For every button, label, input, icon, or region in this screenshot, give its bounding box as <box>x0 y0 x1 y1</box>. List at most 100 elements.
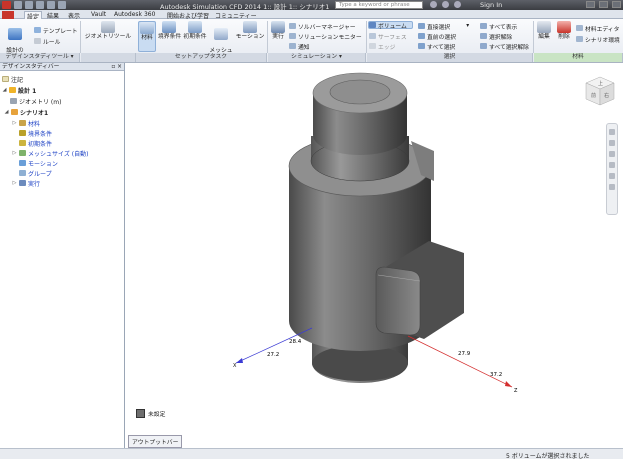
design-study-tools-group-label[interactable]: デザインスタディツール ▾ <box>0 53 80 62</box>
orbit-icon[interactable] <box>609 162 615 168</box>
undo-icon[interactable] <box>47 1 55 9</box>
status-bar: 5 ボリュームが選択されました <box>0 448 623 459</box>
initial-conditions-button[interactable]: 初期条件 <box>183 21 207 41</box>
collapse-icon[interactable]: ◢ <box>2 87 7 93</box>
show-all-button[interactable]: すべて表示 <box>480 22 517 31</box>
axis-label-z: Z <box>514 388 518 394</box>
surface-select-button[interactable]: サーフェス <box>369 32 407 41</box>
tree-item-motion[interactable]: モーション <box>19 159 58 168</box>
solver-manager-button[interactable]: ソルバーマネージャー <box>289 22 356 31</box>
tree-item-mesh-size[interactable]: ▷ メッシュサイズ (自動) <box>12 149 88 158</box>
note-icon <box>2 76 9 82</box>
rule-button[interactable]: ルール <box>34 37 60 46</box>
delete-material-button[interactable]: 削除 <box>555 21 573 41</box>
steering-wheel-icon[interactable] <box>609 129 615 135</box>
previous-select-button[interactable]: 直前の選択 <box>418 32 456 41</box>
material-editor-button[interactable]: 材料エディタ <box>576 24 619 33</box>
deselect-icon <box>480 33 487 39</box>
tab-getting-started[interactable]: 開始および学習 <box>165 11 211 20</box>
boundary-conditions-button[interactable]: 境界条件 <box>158 21 181 41</box>
notify-button[interactable]: 通知 <box>289 42 310 51</box>
panel-controls[interactable]: ▫ × <box>111 63 122 71</box>
geometry-icon <box>10 98 17 104</box>
redo-icon[interactable] <box>58 1 66 9</box>
save-icon[interactable] <box>36 1 44 9</box>
select-all-icon <box>418 43 425 49</box>
template-button[interactable]: テンプレート <box>34 26 78 35</box>
select-all-button[interactable]: すべて選択 <box>418 42 455 51</box>
dimension-label-x: 28.4 <box>289 339 302 345</box>
run-button[interactable]: 実行 <box>270 21 286 41</box>
tree-item-scenario-1[interactable]: ◢ シナリオ1 <box>4 108 48 117</box>
simulation-group-label[interactable]: シミュレーション ▾ <box>268 53 366 62</box>
material-group-label: 材料 <box>534 53 623 62</box>
material-icon <box>19 120 26 126</box>
window-controls <box>586 1 621 8</box>
separator <box>366 21 367 53</box>
tree-item-geometry[interactable]: ジオメトリ (m) <box>10 97 61 106</box>
tree-item-material[interactable]: ▷ 材料 <box>12 119 40 128</box>
minimize-button[interactable] <box>586 1 595 8</box>
tree-item-initial-conditions[interactable]: 初期条件 <box>19 139 52 148</box>
solution-monitor-button[interactable]: ソリューションモニター <box>289 32 362 41</box>
sign-in-link[interactable]: Sign In <box>480 1 502 9</box>
deselect-all-button[interactable]: すべて選択解除 <box>480 42 529 51</box>
x-axis-arrow <box>236 358 243 363</box>
open-icon[interactable] <box>25 1 33 9</box>
geometry-group-label <box>81 53 136 62</box>
expand-icon[interactable]: ▷ <box>12 150 17 156</box>
camera-icon[interactable] <box>609 184 615 190</box>
output-bar-tab[interactable]: アウトプットバー <box>128 435 183 448</box>
app-logo-icon[interactable] <box>2 1 11 9</box>
edge-select-button[interactable]: エッジ <box>369 42 395 51</box>
tree-item-boundary-conditions[interactable]: 境界条件 <box>19 129 52 138</box>
tree-item-run[interactable]: ▷ 実行 <box>12 179 40 188</box>
binoculars-icon[interactable] <box>430 1 437 8</box>
mesh-icon <box>19 150 26 156</box>
zoom-icon[interactable] <box>609 151 615 157</box>
separator <box>267 21 268 53</box>
tree-item-design-1[interactable]: ◢ 設計 1 <box>2 86 36 95</box>
tab-setup[interactable]: 設定 <box>24 11 43 21</box>
app-menu-button[interactable] <box>2 11 14 19</box>
collapse-icon[interactable]: ◢ <box>4 109 9 115</box>
expand-icon[interactable]: ▷ <box>12 120 17 126</box>
new-icon[interactable] <box>14 1 22 9</box>
tab-results[interactable]: 結果 <box>45 11 61 20</box>
viewcube[interactable]: 上 前 右 <box>585 76 615 106</box>
model-view[interactable]: 28.4 27.2 27.9 37.2 X Z 上 前 右 <box>126 63 623 448</box>
notify-icon <box>289 43 296 49</box>
volume-select-button[interactable]: ボリューム <box>368 21 413 30</box>
motion-button[interactable]: モーション <box>235 21 265 41</box>
look-at-icon[interactable] <box>609 173 615 179</box>
graphics-viewport[interactable]: 28.4 27.2 27.9 37.2 X Z 上 前 右 未設定 <box>126 63 623 448</box>
subscription-icon[interactable] <box>442 1 449 8</box>
initial-conditions-icon <box>19 140 26 146</box>
scenario-environment-button[interactable]: シナリオ環境 <box>576 35 620 44</box>
navigation-bar[interactable] <box>606 123 618 215</box>
geometry-tool-button[interactable]: ジオメトリツール <box>82 21 134 41</box>
dimension-label-z2: 37.2 <box>490 372 502 378</box>
star-icon[interactable] <box>454 1 461 8</box>
group-icon <box>19 170 26 176</box>
top-recess <box>329 79 391 105</box>
search-input[interactable]: Type a keyword or phrase <box>335 1 423 9</box>
tree-item-groups[interactable]: グループ <box>19 169 52 178</box>
tab-community[interactable]: コミュニティー <box>213 11 259 20</box>
pan-icon[interactable] <box>609 140 615 146</box>
tree-item-notes[interactable]: 注記 <box>2 75 23 84</box>
edit-material-button[interactable]: 編集 <box>535 21 553 41</box>
tab-view[interactable]: 表示 <box>66 11 82 20</box>
expand-icon[interactable]: ▷ <box>12 180 17 186</box>
viewcube-front-label: 前 <box>591 92 596 99</box>
material-button[interactable]: 材料 <box>138 21 156 52</box>
tab-autodesk360[interactable]: Autodesk 360 <box>112 11 157 19</box>
tab-vault[interactable]: Vault <box>89 11 108 19</box>
direct-select-dropdown[interactable]: 直接選択 ▾ <box>418 22 469 31</box>
volume-icon <box>369 22 376 28</box>
close-button[interactable] <box>612 1 621 8</box>
maximize-button[interactable] <box>599 1 608 8</box>
deselect-button[interactable]: 選択解除 <box>480 32 512 41</box>
legend-label: 未設定 <box>148 412 166 418</box>
solution-monitor-icon <box>289 33 296 39</box>
